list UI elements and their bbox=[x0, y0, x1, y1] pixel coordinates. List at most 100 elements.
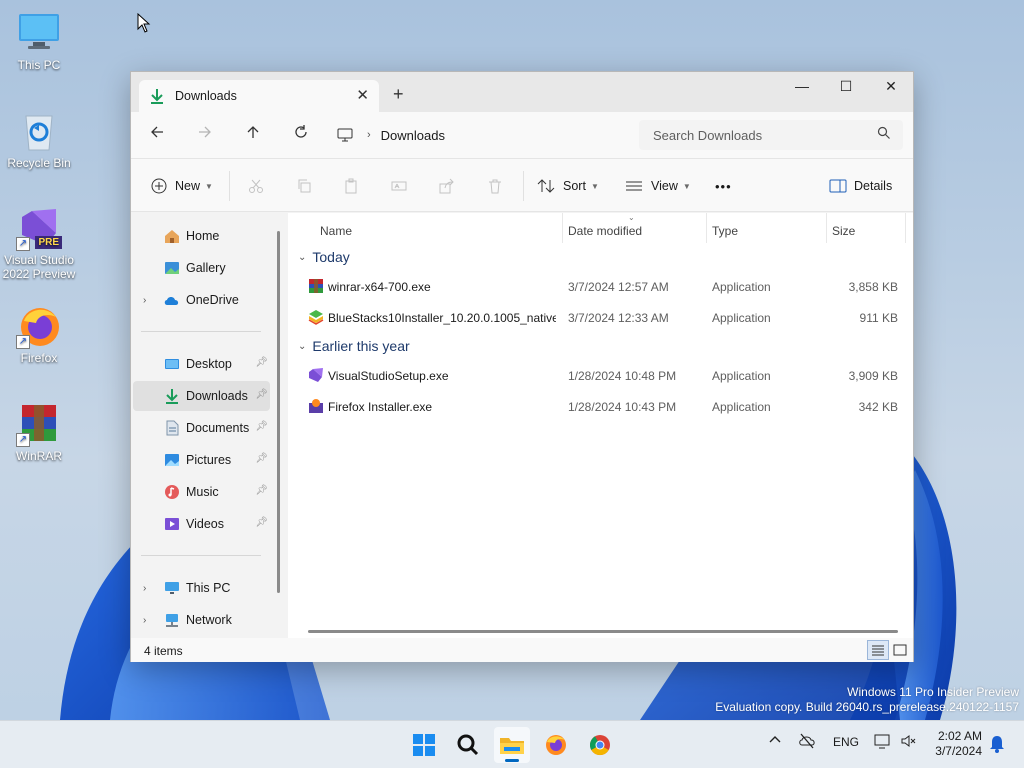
volume-muted-icon[interactable] bbox=[900, 733, 916, 752]
desktop-icon-firefox[interactable]: ↗ Firefox bbox=[0, 303, 78, 365]
display-icon[interactable] bbox=[874, 733, 892, 752]
sidebar-item-label: Videos bbox=[186, 517, 224, 531]
clock-time: 2:02 AM bbox=[937, 729, 982, 743]
search-input[interactable]: Search Downloads bbox=[639, 120, 903, 150]
sidebar-item-home[interactable]: Home bbox=[133, 221, 270, 251]
firefox-taskbar-button[interactable] bbox=[538, 727, 574, 763]
up-button[interactable] bbox=[241, 124, 265, 146]
desktop-icon-visual-studio[interactable]: PRE ↗ Visual Studio 2022 Preview bbox=[0, 205, 78, 281]
preview-badge: PRE bbox=[35, 236, 62, 249]
sidebar-item-this-pc[interactable]: › This PC bbox=[133, 573, 270, 603]
videos-icon bbox=[165, 518, 179, 530]
desktop-icon-winrar[interactable]: ↗ WinRAR bbox=[0, 401, 78, 463]
file-row[interactable]: BlueStacks10Installer_10.20.0.1005_nativ… bbox=[306, 304, 906, 332]
file-row[interactable]: VisualStudioSetup.exe 1/28/2024 10:48 PM… bbox=[306, 362, 906, 390]
minimize-button[interactable]: — bbox=[779, 72, 825, 102]
sidebar-item-onedrive[interactable]: › OneDrive bbox=[133, 285, 270, 315]
details-pane-button[interactable]: Details bbox=[829, 174, 892, 198]
sidebar-item-downloads[interactable]: Downloads 📌︎ bbox=[133, 381, 270, 411]
breadcrumb-item-downloads[interactable]: Downloads bbox=[381, 128, 445, 143]
sidebar-item-network[interactable]: › Network bbox=[133, 605, 270, 635]
group-header-earlier[interactable]: ⌄ Earlier this year bbox=[298, 334, 410, 358]
forward-button[interactable] bbox=[193, 124, 217, 146]
chrome-taskbar-button[interactable] bbox=[582, 727, 618, 763]
watermark-line1: Windows 11 Pro Insider Preview bbox=[847, 685, 1019, 699]
build-watermark: Windows 11 Pro Insider Preview Evaluatio… bbox=[715, 685, 1019, 715]
file-row[interactable]: Firefox Installer.exe 1/28/2024 10:43 PM… bbox=[306, 393, 906, 421]
close-button[interactable]: ✕ bbox=[868, 72, 914, 102]
sidebar-item-gallery[interactable]: Gallery bbox=[133, 253, 270, 283]
monitor-icon bbox=[337, 128, 353, 142]
sidebar-item-desktop[interactable]: Desktop 📌︎ bbox=[133, 349, 270, 379]
new-button[interactable]: New ▼ bbox=[151, 174, 213, 198]
divider bbox=[523, 171, 524, 201]
navigation-scrollbar[interactable] bbox=[277, 231, 280, 593]
paste-button[interactable] bbox=[343, 174, 359, 198]
pin-icon[interactable]: 📌︎ bbox=[255, 517, 268, 528]
tab-close-button[interactable]: ✕ bbox=[356, 86, 369, 104]
file-explorer-taskbar-button[interactable] bbox=[494, 727, 530, 763]
pin-icon[interactable]: 📌︎ bbox=[255, 357, 268, 368]
sort-button[interactable]: Sort ▼ bbox=[537, 174, 599, 198]
copy-button[interactable] bbox=[296, 174, 312, 198]
sidebar-item-label: Home bbox=[186, 229, 220, 243]
language-indicator[interactable]: ENG bbox=[833, 735, 859, 749]
sidebar-item-documents[interactable]: Documents 📌︎ bbox=[133, 413, 270, 443]
desktop-icon-label: Visual Studio 2022 Preview bbox=[2, 253, 76, 281]
view-button[interactable]: View ▼ bbox=[625, 174, 691, 198]
sidebar-item-pictures[interactable]: Pictures 📌︎ bbox=[133, 445, 270, 475]
start-button[interactable] bbox=[406, 727, 442, 763]
home-icon bbox=[165, 230, 179, 243]
back-button[interactable] bbox=[145, 124, 169, 146]
search-button[interactable] bbox=[450, 727, 486, 763]
column-header-name[interactable]: Name bbox=[320, 219, 352, 243]
column-header-size[interactable]: Size bbox=[832, 219, 855, 243]
title-bar[interactable]: Downloads ✕ + — ☐ ✕ bbox=[131, 72, 913, 112]
share-button[interactable] bbox=[439, 174, 455, 198]
recycle-bin-icon bbox=[16, 108, 62, 154]
details-pane-icon bbox=[829, 179, 847, 193]
firefox-installer-icon bbox=[309, 399, 323, 413]
more-options-button[interactable]: ••• bbox=[715, 174, 732, 198]
maximize-button[interactable]: ☐ bbox=[823, 72, 869, 102]
pin-icon[interactable]: 📌︎ bbox=[255, 389, 268, 400]
horizontal-scrollbar[interactable] bbox=[308, 630, 898, 633]
group-header-today[interactable]: ⌄ Today bbox=[298, 245, 350, 269]
breadcrumb[interactable]: › Downloads bbox=[337, 120, 635, 150]
sidebar-item-videos[interactable]: Videos 📌︎ bbox=[133, 509, 270, 539]
sidebar-item-label: Gallery bbox=[186, 261, 226, 275]
file-type: Application bbox=[712, 280, 771, 294]
tiles-view-button[interactable] bbox=[889, 640, 911, 660]
chevron-up-icon[interactable] bbox=[768, 733, 782, 750]
column-divider[interactable] bbox=[562, 213, 563, 243]
tiles-view-icon bbox=[893, 644, 907, 656]
notification-bell-icon[interactable] bbox=[989, 735, 1005, 756]
delete-button[interactable] bbox=[487, 174, 503, 198]
column-divider[interactable] bbox=[706, 213, 707, 243]
network-offline-icon[interactable] bbox=[798, 733, 816, 752]
refresh-button[interactable] bbox=[289, 124, 313, 146]
chevron-down-icon: ⌄ bbox=[298, 251, 307, 263]
pin-icon[interactable]: 📌︎ bbox=[255, 421, 268, 432]
column-divider[interactable] bbox=[905, 213, 906, 243]
sidebar-item-label: Desktop bbox=[186, 357, 232, 371]
desktop-icon-recycle-bin[interactable]: Recycle Bin bbox=[0, 108, 78, 170]
start-icon bbox=[413, 734, 435, 756]
file-name: winrar-x64-700.exe bbox=[328, 280, 431, 294]
column-divider[interactable] bbox=[826, 213, 827, 243]
sidebar-item-music[interactable]: Music 📌︎ bbox=[133, 477, 270, 507]
column-header-type[interactable]: Type bbox=[712, 219, 738, 243]
details-view-button[interactable] bbox=[867, 640, 889, 660]
divider bbox=[141, 555, 261, 556]
pin-icon[interactable]: 📌︎ bbox=[255, 485, 268, 496]
details-label: Details bbox=[854, 179, 893, 193]
column-header-date[interactable]: Date modified bbox=[568, 219, 642, 243]
desktop-icon-this-pc[interactable]: This PC bbox=[0, 10, 78, 72]
clock[interactable]: 2:02 AM 3/7/2024 bbox=[930, 729, 982, 759]
file-row[interactable]: winrar-x64-700.exe 3/7/2024 12:57 AM App… bbox=[306, 273, 906, 301]
pin-icon[interactable]: 📌︎ bbox=[255, 453, 268, 464]
rename-button[interactable] bbox=[391, 174, 407, 198]
cut-button[interactable] bbox=[248, 174, 264, 198]
tab-downloads[interactable]: Downloads ✕ bbox=[139, 80, 379, 112]
new-tab-button[interactable]: + bbox=[393, 84, 404, 105]
